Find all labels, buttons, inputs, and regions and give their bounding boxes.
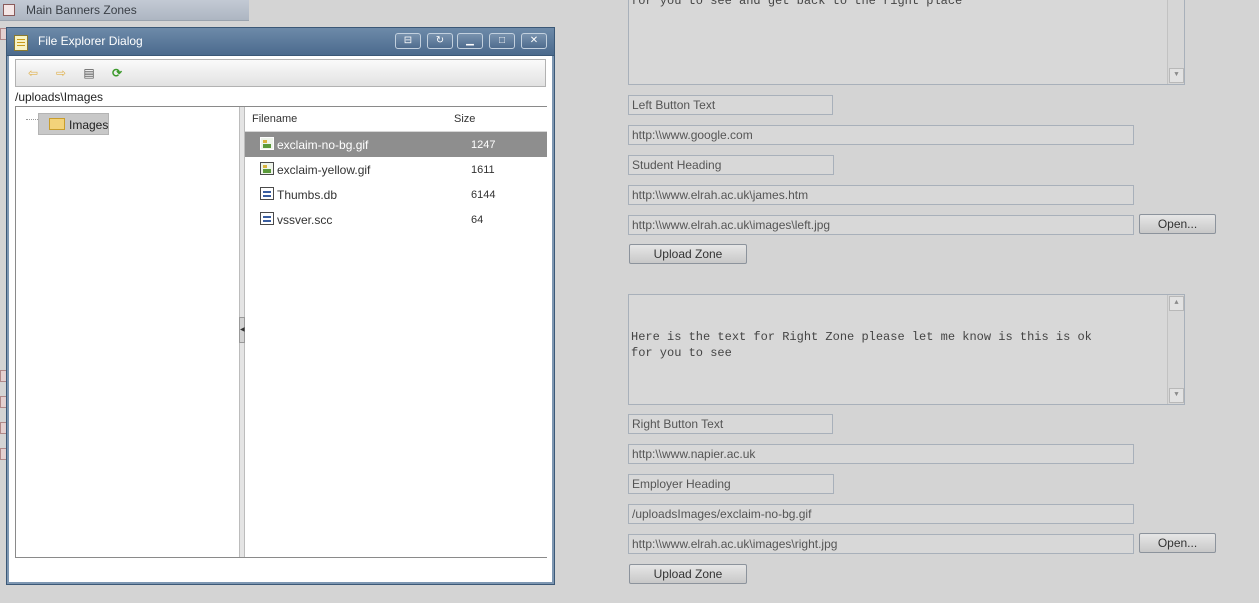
left-image-url-field[interactable]: http:\\www.elrah.ac.uk\images\left.jpg xyxy=(628,215,1134,235)
dialog-status-bar xyxy=(15,559,546,579)
arrow-right-icon[interactable]: ⇨ xyxy=(52,65,70,81)
sidebar-item-main-banners-zones[interactable]: Main Banners Zones xyxy=(0,0,249,21)
table-row[interactable]: vssver.scc 64 xyxy=(245,207,547,232)
tree-node-label: Images xyxy=(69,118,109,132)
file-name: vssver.scc xyxy=(277,213,333,227)
file-name: Thumbs.db xyxy=(277,188,338,202)
folder-tree: Images xyxy=(16,107,239,557)
file-explorer-dialog: File Explorer Dialog ⊟ ↻ ▁ □ ✕ ⇦ ⇨ ▤ ⟳ /… xyxy=(6,27,555,585)
column-header-size[interactable]: Size xyxy=(454,113,475,125)
left-heading-url-field[interactable]: http:\\www.elrah.ac.uk\james.htm xyxy=(628,185,1134,205)
tree-node-images[interactable]: Images xyxy=(38,113,109,135)
right-button-url-field[interactable]: http:\\www.napier.ac.uk xyxy=(628,444,1134,464)
checkbox-icon xyxy=(3,4,15,16)
refresh-icon[interactable]: ⟳ xyxy=(108,65,126,81)
path-breadcrumb: /uploads\Images xyxy=(15,88,546,106)
left-button-text-field[interactable]: Left Button Text xyxy=(628,95,833,115)
left-upload-zone-button[interactable]: Upload Zone xyxy=(629,244,747,264)
right-heading-url-field[interactable]: /uploadsImages/exclaim-no-bg.gif xyxy=(628,504,1134,524)
explorer-panes: Images ◀ Filename Size exclaim-no-bg.gif… xyxy=(15,106,547,558)
pin-icon[interactable]: ⊟ xyxy=(395,33,421,49)
grid-header: Filename Size xyxy=(245,107,547,132)
left-zone-text: for you to see and get back to the right… xyxy=(631,0,963,8)
right-button-text-field[interactable]: Right Button Text xyxy=(628,414,833,434)
new-document-icon[interactable]: ▤ xyxy=(80,65,98,81)
right-image-url-field[interactable]: http:\\www.elrah.ac.uk\images\right.jpg xyxy=(628,534,1134,554)
file-size: 6144 xyxy=(471,189,496,201)
file-name: exclaim-yellow.gif xyxy=(277,163,371,177)
table-row[interactable]: Thumbs.db 6144 xyxy=(245,182,547,207)
right-zone-text-area[interactable]: Here is the text for Right Zone please l… xyxy=(628,294,1185,405)
image-file-icon xyxy=(260,162,274,175)
maximize-icon[interactable]: □ xyxy=(489,33,515,49)
dialog-toolbar: ⇦ ⇨ ▤ ⟳ xyxy=(15,59,546,87)
folder-icon xyxy=(49,118,65,130)
file-size: 1611 xyxy=(471,164,495,176)
left-zone-text-area[interactable]: for you to see and get back to the right… xyxy=(628,0,1185,85)
left-button-url-field[interactable]: http:\\www.google.com xyxy=(628,125,1134,145)
right-zone-text: Here is the text for Right Zone please l… xyxy=(631,330,1092,360)
scroll-down-icon[interactable]: ▼ xyxy=(1169,388,1184,403)
table-row[interactable]: exclaim-yellow.gif 1611 xyxy=(245,157,547,182)
file-grid: Filename Size exclaim-no-bg.gif 1247 exc… xyxy=(245,107,547,557)
right-upload-zone-button[interactable]: Upload Zone xyxy=(629,564,747,584)
file-size: 64 xyxy=(471,214,484,226)
scroll-down-icon[interactable]: ▼ xyxy=(1169,68,1184,83)
vertical-scrollbar[interactable]: ▼ xyxy=(1167,0,1184,84)
column-header-filename[interactable]: Filename xyxy=(252,113,297,125)
close-icon[interactable]: ✕ xyxy=(521,33,547,49)
file-name: exclaim-no-bg.gif xyxy=(277,138,369,152)
right-heading-field[interactable]: Employer Heading xyxy=(628,474,834,494)
image-file-icon xyxy=(260,137,274,150)
right-open-button[interactable]: Open... xyxy=(1139,533,1216,553)
database-file-icon xyxy=(260,187,274,200)
vertical-scrollbar[interactable]: ▲ ▼ xyxy=(1167,295,1184,404)
sidebar-item-label: Main Banners Zones xyxy=(26,3,137,17)
scroll-up-icon[interactable]: ▲ xyxy=(1169,296,1184,311)
reload-icon[interactable]: ↻ xyxy=(427,33,453,49)
dialog-titlebar[interactable]: File Explorer Dialog ⊟ ↻ ▁ □ ✕ xyxy=(7,28,554,56)
dialog-icon xyxy=(14,35,28,51)
table-row[interactable]: exclaim-no-bg.gif 1247 xyxy=(245,132,547,157)
file-size: 1247 xyxy=(471,139,496,151)
dialog-title: File Explorer Dialog xyxy=(38,34,143,48)
left-open-button[interactable]: Open... xyxy=(1139,214,1216,234)
minimize-icon[interactable]: ▁ xyxy=(457,33,483,49)
database-file-icon xyxy=(260,212,274,225)
arrow-left-icon[interactable]: ⇦ xyxy=(24,65,42,81)
left-heading-field[interactable]: Student Heading xyxy=(628,155,834,175)
